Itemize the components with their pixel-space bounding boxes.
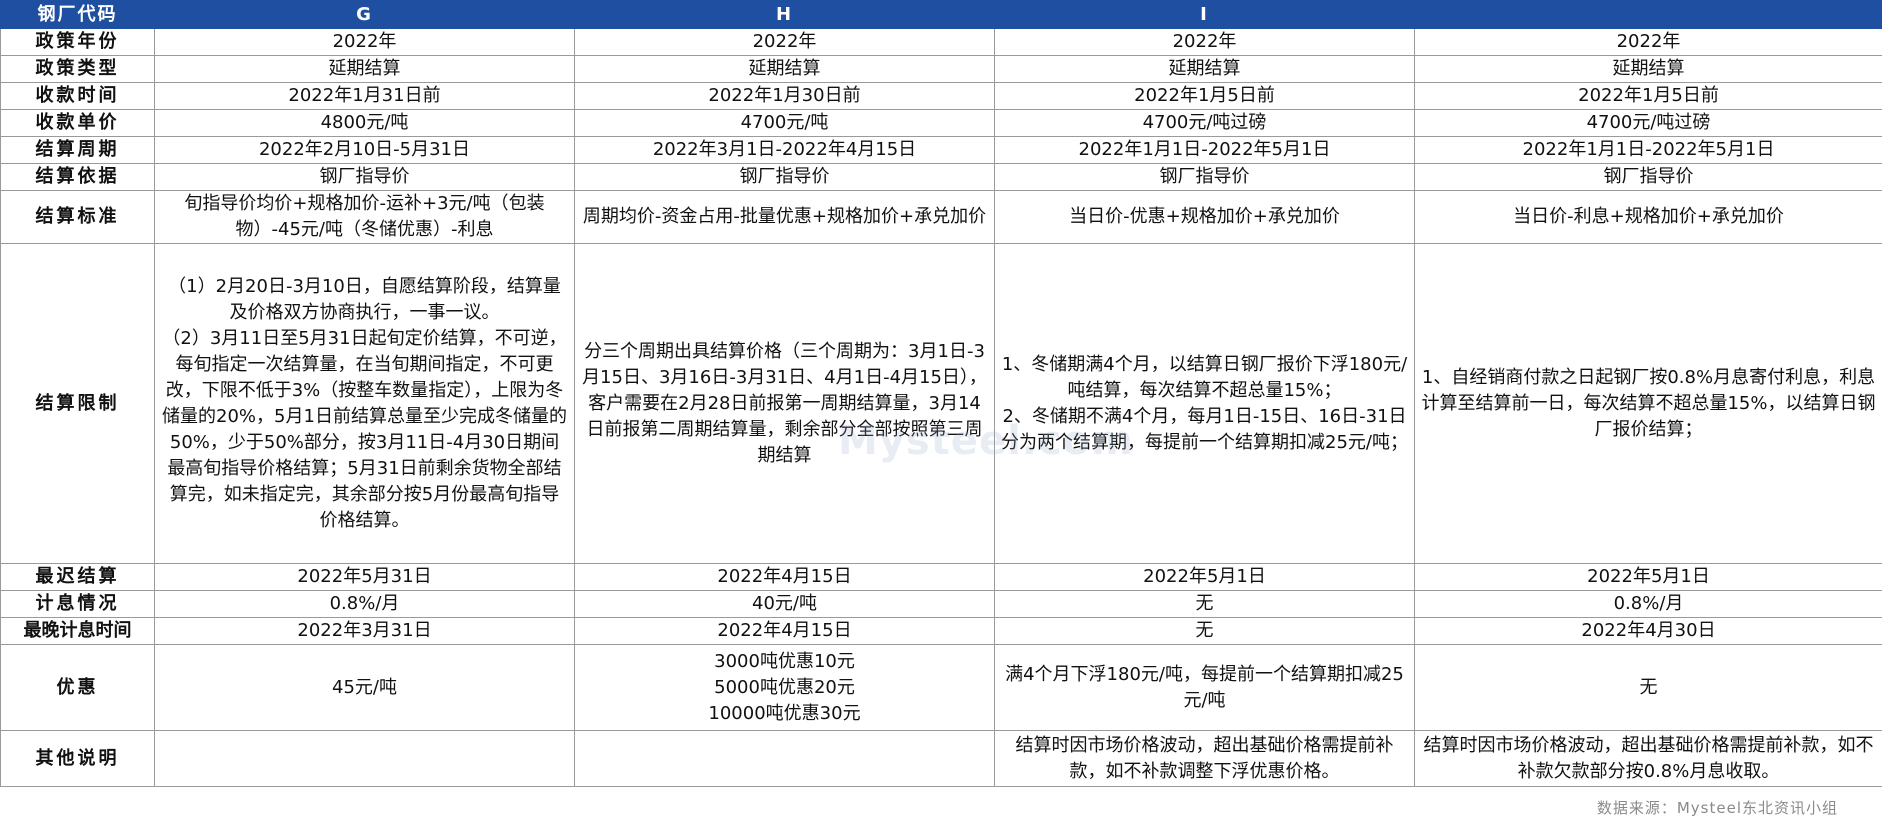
cell [574, 730, 995, 787]
cell: 0.8%/月 [154, 590, 575, 618]
cell: 2022年4月15日 [574, 563, 995, 591]
cell: 2022年1月5日前 [1414, 82, 1882, 110]
row-settlement-period: 结算周期 2022年2月10日-5月31日 2022年3月1日-2022年4月1… [0, 136, 1882, 164]
cell: 1、自经销商付款之日起钢厂按0.8%月息寄付利息，利息计算至结算前一日，每次结算… [1414, 243, 1882, 564]
row-label: 其他说明 [0, 730, 155, 787]
header-col-g: G [154, 0, 575, 29]
cell: （1）2月20日-3月10日，自愿结算阶段，结算量及价格双方协商执行，一事一议。… [154, 243, 575, 564]
cell: 2022年1月1日-2022年5月1日 [1414, 136, 1882, 164]
cell: 延期结算 [154, 55, 575, 83]
row-label: 最迟结算 [0, 563, 155, 591]
cell: 0.8%/月 [1414, 590, 1882, 618]
row-settlement-basis: 结算依据 钢厂指导价 钢厂指导价 钢厂指导价 钢厂指导价 [0, 163, 1882, 191]
cell: 延期结算 [994, 55, 1415, 83]
cell: 2022年5月1日 [1414, 563, 1882, 591]
cell: 4700元/吨过磅 [1414, 109, 1882, 137]
cell: 2022年 [154, 28, 575, 56]
cell: 结算时因市场价格波动，超出基础价格需提前补款，如不补款调整下浮优惠价格。 [994, 730, 1415, 787]
cell: 周期均价-资金占用-批量优惠+规格加价+承兑加价 [574, 190, 995, 244]
cell: 2022年1月1日-2022年5月1日 [994, 136, 1415, 164]
cell: 4700元/吨 [574, 109, 995, 137]
cell: 钢厂指导价 [154, 163, 575, 191]
row-policy-year: 政策年份 2022年 2022年 2022年 2022年 [0, 28, 1882, 56]
row-label: 优惠 [0, 644, 155, 731]
header-col-h: H [574, 0, 995, 29]
cell: 结算时因市场价格波动，超出基础价格需提前补款，如不补款欠款部分按0.8%月息收取… [1414, 730, 1882, 787]
row-label: 收款单价 [0, 109, 155, 137]
row-discount: 优惠 45元/吨 3000吨优惠10元 5000吨优惠20元 10000吨优惠3… [0, 644, 1882, 731]
row-other-notes: 其他说明 结算时因市场价格波动，超出基础价格需提前补款，如不补款调整下浮优惠价格… [0, 730, 1882, 787]
row-label: 最晚计息时间 [0, 617, 155, 645]
cell: 分三个周期出具结算价格（三个周期为：3月1日-3月15日、3月16日-3月31日… [574, 243, 995, 564]
cell: 2022年2月10日-5月31日 [154, 136, 575, 164]
row-label: 政策年份 [0, 28, 155, 56]
row-label: 结算标准 [0, 190, 155, 244]
row-policy-type: 政策类型 延期结算 延期结算 延期结算 延期结算 [0, 55, 1882, 83]
cell: 3000吨优惠10元 5000吨优惠20元 10000吨优惠30元 [574, 644, 995, 731]
cell: 当日价-利息+规格加价+承兑加价 [1414, 190, 1882, 244]
row-label: 结算依据 [0, 163, 155, 191]
cell [154, 730, 575, 787]
cell: 满4个月下浮180元/吨，每提前一个结算期扣减25元/吨 [994, 644, 1415, 731]
row-label: 结算限制 [0, 243, 155, 564]
cell: 4700元/吨过磅 [994, 109, 1415, 137]
cell: 2022年 [1414, 28, 1882, 56]
header-row: 钢厂代码 G H I [0, 0, 1882, 29]
cell: 无 [994, 590, 1415, 618]
cell: 1、冬储期满4个月，以结算日钢厂报价下浮180元/吨结算，每次结算不超总量15%… [994, 243, 1415, 564]
cell: 45元/吨 [154, 644, 575, 731]
cell: 2022年1月30日前 [574, 82, 995, 110]
cell: 2022年3月31日 [154, 617, 575, 645]
cell: 无 [994, 617, 1415, 645]
cell: 2022年3月1日-2022年4月15日 [574, 136, 995, 164]
row-unit-price: 收款单价 4800元/吨 4700元/吨 4700元/吨过磅 4700元/吨过磅 [0, 109, 1882, 137]
row-latest-interest-time: 最晚计息时间 2022年3月31日 2022年4月15日 无 2022年4月30… [0, 617, 1882, 645]
cell: 2022年5月1日 [994, 563, 1415, 591]
data-source-note: 数据来源：Mysteel东北资讯小组 [1596, 799, 1838, 817]
cell: 钢厂指导价 [574, 163, 995, 191]
cell: 2022年 [574, 28, 995, 56]
cell: 2022年 [994, 28, 1415, 56]
cell: 当日价-优惠+规格加价+承兑加价 [994, 190, 1415, 244]
cell: 2022年5月31日 [154, 563, 575, 591]
cell: 2022年4月15日 [574, 617, 995, 645]
cell: 2022年4月30日 [1414, 617, 1882, 645]
cell: 40元/吨 [574, 590, 995, 618]
row-label: 结算周期 [0, 136, 155, 164]
header-col-4 [1414, 0, 1882, 29]
cell: 4800元/吨 [154, 109, 575, 137]
row-settlement-standard: 结算标准 旬指导价均价+规格加价-运补+3元/吨（包装物）-45元/吨（冬储优惠… [0, 190, 1882, 244]
cell: 钢厂指导价 [994, 163, 1415, 191]
row-interest: 计息情况 0.8%/月 40元/吨 无 0.8%/月 [0, 590, 1882, 618]
row-label: 计息情况 [0, 590, 155, 618]
cell: 无 [1414, 644, 1882, 731]
cell: 延期结算 [1414, 55, 1882, 83]
cell: 2022年1月5日前 [994, 82, 1415, 110]
row-settlement-limits: 结算限制 （1）2月20日-3月10日，自愿结算阶段，结算量及价格双方协商执行，… [0, 243, 1882, 564]
row-label: 收款时间 [0, 82, 155, 110]
policy-table: 钢厂代码 G H I 政策年份 2022年 2022年 2022年 2022年 … [0, 0, 1882, 787]
cell: 钢厂指导价 [1414, 163, 1882, 191]
header-col-i: I [994, 0, 1415, 29]
row-label: 政策类型 [0, 55, 155, 83]
cell: 延期结算 [574, 55, 995, 83]
header-label: 钢厂代码 [0, 0, 155, 29]
row-payment-time: 收款时间 2022年1月31日前 2022年1月30日前 2022年1月5日前 … [0, 82, 1882, 110]
row-latest-settlement: 最迟结算 2022年5月31日 2022年4月15日 2022年5月1日 202… [0, 563, 1882, 591]
cell: 2022年1月31日前 [154, 82, 575, 110]
cell: 旬指导价均价+规格加价-运补+3元/吨（包装物）-45元/吨（冬储优惠）-利息 [154, 190, 575, 244]
